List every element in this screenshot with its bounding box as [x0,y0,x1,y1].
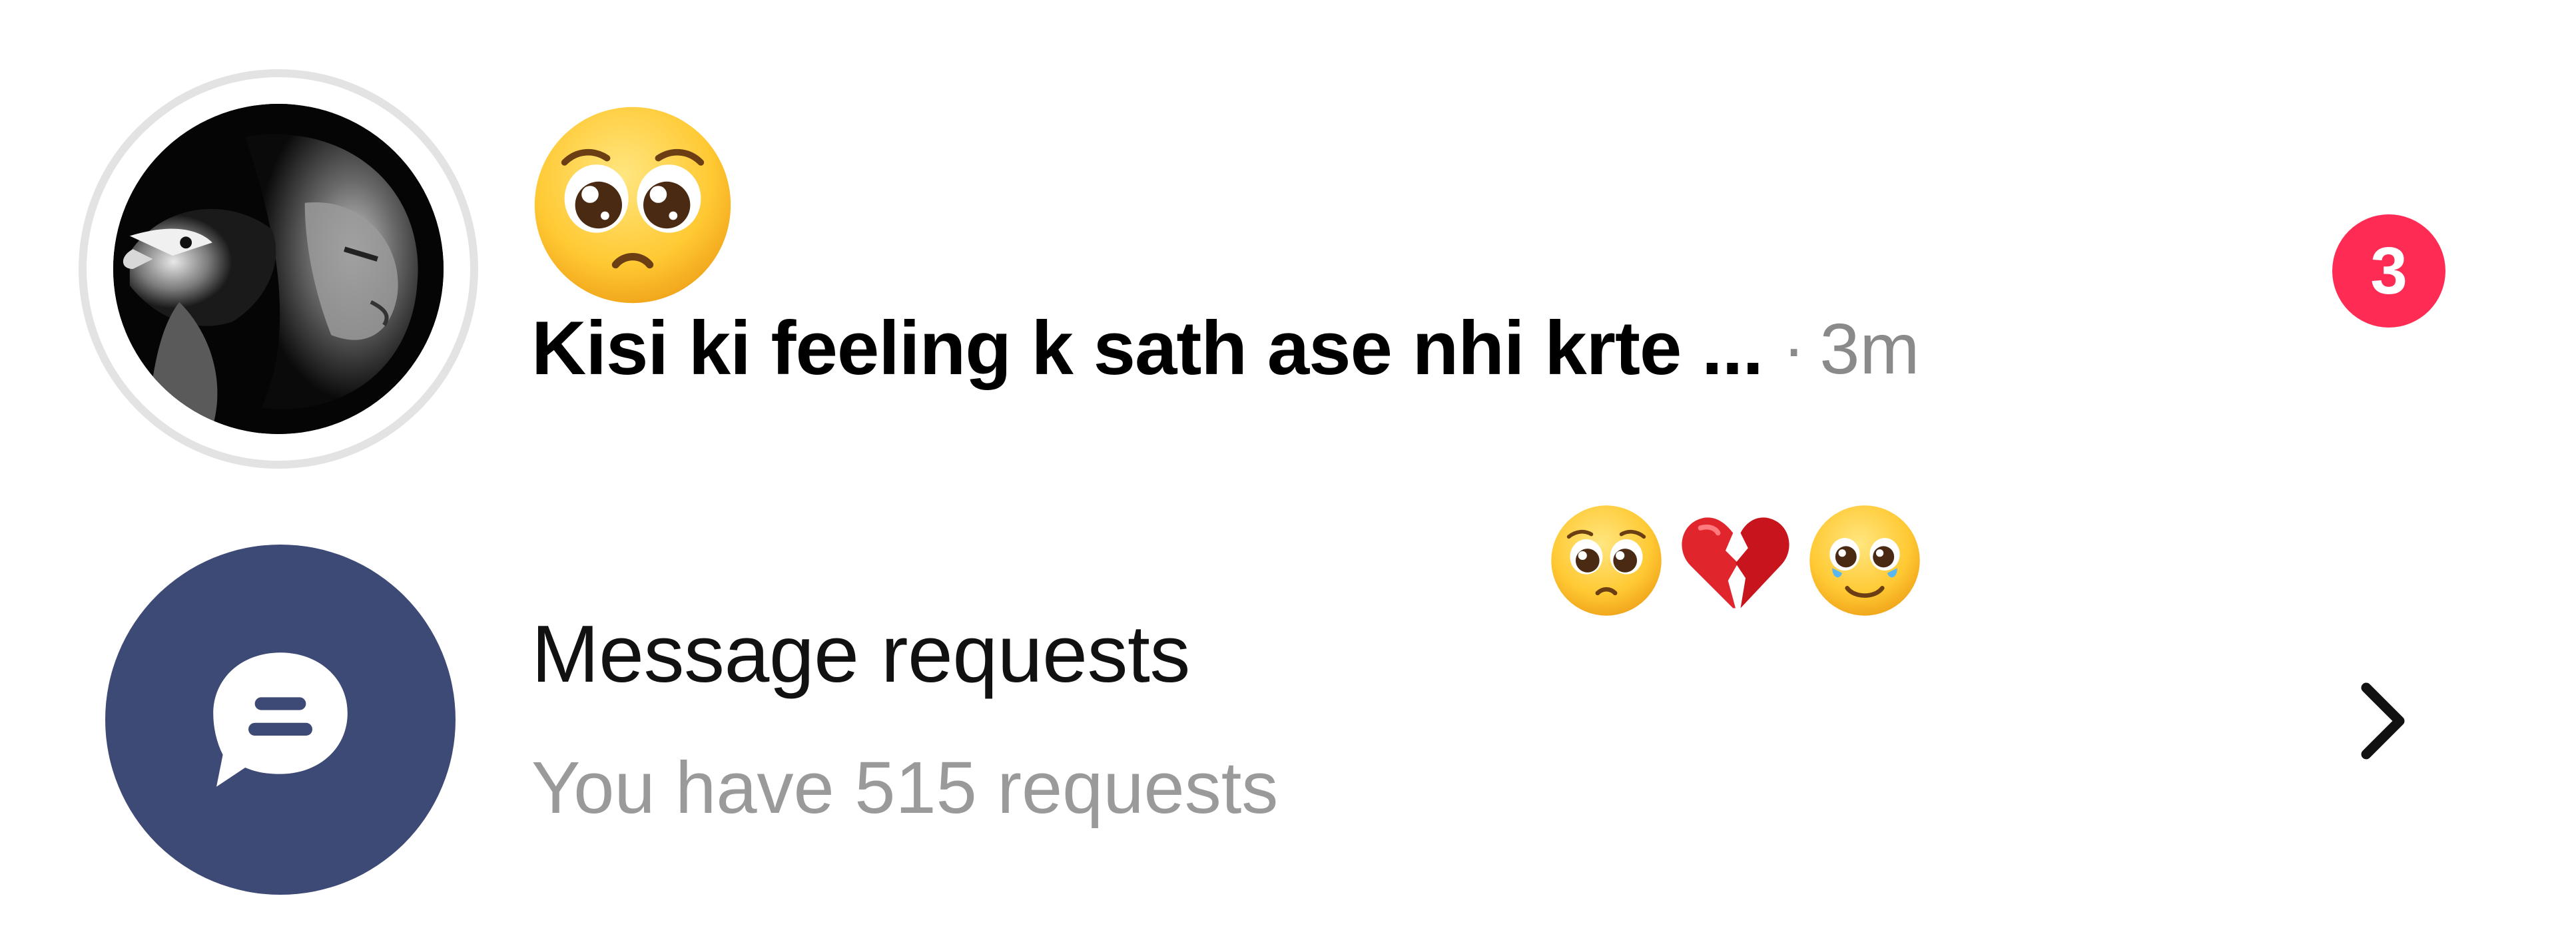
chevron-right-icon[interactable] [2350,678,2416,764]
chat-bubble-icon [213,652,348,787]
inbox-list: Kisi ki feeling k sath ase nhi krte ... … [0,0,2576,948]
lion-eagle-avatar-icon [113,104,444,434]
preview-text: Kisi ki feeling k sath ase nhi krte ... [531,306,1764,391]
requests-avatar [105,545,456,895]
requests-subtitle: You have 515 requests [531,747,1279,829]
requests-title: Message requests [531,608,1190,699]
avatar [113,104,444,434]
separator-dot: · [1783,310,1805,385]
message-requests-item[interactable]: Message requests You have 515 requests [0,519,2576,948]
timestamp: 3m [1819,308,1920,389]
message-preview: Kisi ki feeling k sath ase nhi krte ... … [531,298,1919,398]
pleading-face-emoji-icon [526,99,739,312]
avatar-ring[interactable] [79,69,478,469]
chat-list-item[interactable]: Kisi ki feeling k sath ase nhi krte ... … [0,0,2576,493]
unread-count-badge: 3 [2332,214,2445,328]
